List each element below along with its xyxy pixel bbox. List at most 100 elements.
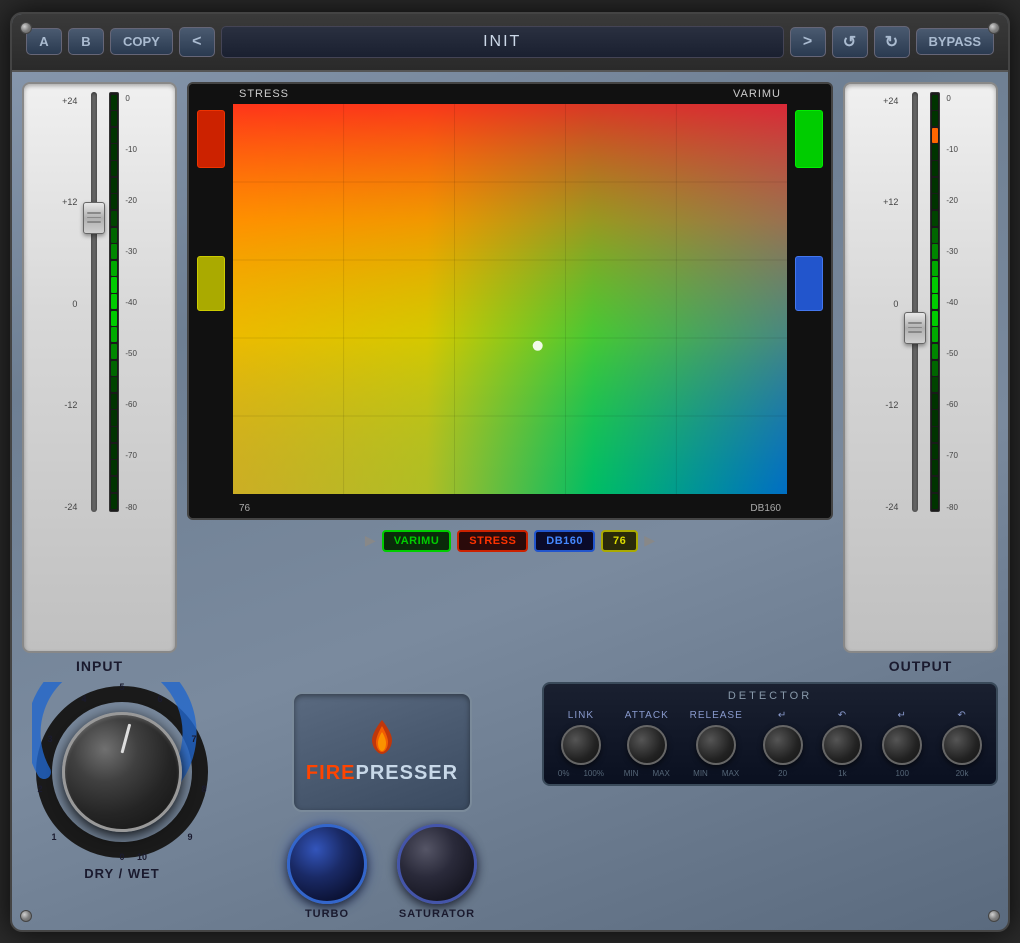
output-section: +24 +12 0 -12 -24 (843, 82, 998, 674)
led (932, 228, 938, 243)
led (111, 228, 117, 243)
led (932, 394, 938, 409)
led (111, 377, 117, 392)
mode-prev-arrow[interactable]: ▶ (365, 532, 376, 549)
mode-76-button[interactable]: 76 (601, 530, 638, 552)
freq3-curve-icon: ↵ (898, 710, 907, 721)
led (111, 144, 117, 159)
redo-button[interactable]: ↻ (874, 26, 910, 58)
link-min: 0% (558, 769, 570, 778)
led (111, 344, 117, 359)
screw-tl (20, 22, 32, 34)
output-meter-strip (930, 92, 940, 512)
freq2-knob[interactable] (822, 725, 862, 765)
undo-button[interactable]: ↺ (832, 26, 868, 58)
input-fader-inner: +24 +12 0 -12 -24 (30, 92, 169, 643)
release-min: MIN (693, 769, 708, 778)
input-scale-2: +12 (62, 197, 77, 207)
input-fader-handle[interactable] (83, 202, 105, 234)
output-db-50: -50 (946, 349, 958, 358)
saturator-knob[interactable] (397, 824, 477, 904)
attack-control: ATTACK MIN MAX (624, 710, 670, 778)
stress-meter-low (197, 256, 225, 311)
preset-a-button[interactable]: A (26, 28, 62, 55)
output-db-30: -30 (946, 247, 958, 256)
release-knob[interactable] (696, 725, 736, 765)
xy-bottom-right: DB160 (750, 503, 781, 514)
screw-bl (20, 910, 32, 922)
led (932, 111, 938, 126)
led (932, 161, 938, 176)
logo-text-container: FIREPRESSER (306, 762, 458, 785)
xy-left-meter (189, 104, 233, 499)
freq3-knob[interactable] (882, 725, 922, 765)
led (932, 144, 938, 159)
input-fader-track (91, 92, 97, 512)
bypass-button[interactable]: BYPASS (916, 28, 995, 55)
led (111, 178, 117, 193)
center-bottom: FIREPRESSER TURBO SATURATOR (232, 682, 532, 920)
led-active (111, 277, 117, 292)
led-active (932, 311, 938, 326)
led (932, 178, 938, 193)
preset-b-button[interactable]: B (68, 28, 104, 55)
led (932, 477, 938, 492)
mode-next-arrow[interactable]: ▶ (644, 532, 655, 549)
next-preset-button[interactable]: > (790, 27, 826, 57)
xy-bottom-left: 76 (239, 503, 250, 514)
input-meter (109, 92, 119, 643)
freq2-curve-icon: ↶ (838, 710, 847, 721)
logo-presser: PRESSER (355, 762, 458, 785)
stress-meter-high (197, 110, 225, 168)
svg-text:8: 8 (201, 784, 206, 794)
turbo-knob[interactable] (287, 824, 367, 904)
led (932, 244, 938, 259)
output-fader-track (912, 92, 918, 512)
logo-section: FIREPRESSER (292, 692, 472, 812)
xy-label-row: STRESS VARIMU (189, 84, 831, 104)
attack-knob[interactable] (627, 725, 667, 765)
mode-varimu-button[interactable]: VARIMU (382, 530, 452, 552)
prev-preset-button[interactable]: < (179, 27, 215, 57)
mode-stress-button[interactable]: STRESS (457, 530, 528, 552)
xy-pad-container: STRESS VARIMU (187, 82, 833, 520)
led (932, 95, 938, 110)
freq1-knob[interactable] (763, 725, 803, 765)
output-scale-4: -12 (883, 400, 898, 410)
copy-button[interactable]: COPY (110, 28, 173, 55)
xy-gradient-area[interactable] (233, 104, 787, 499)
freq1-label: 20 (778, 769, 787, 778)
release-control: RELEASE MIN MAX (690, 710, 743, 778)
output-db-40: -40 (946, 298, 958, 307)
out-handle-line-2 (908, 327, 922, 329)
output-fader-handle[interactable] (904, 312, 926, 344)
attack-label: ATTACK (625, 710, 669, 721)
led (111, 261, 117, 276)
output-scale-1: +24 (883, 96, 898, 106)
output-db-60: -60 (946, 400, 958, 409)
freq4-knob[interactable] (942, 725, 982, 765)
led-active (932, 294, 938, 309)
turbo-sat-row: TURBO SATURATOR (287, 824, 477, 920)
input-db-50: -50 (125, 349, 137, 358)
link-knob[interactable] (561, 725, 601, 765)
output-fader-track-container (904, 92, 926, 512)
output-db-80: -80 (946, 503, 958, 512)
mode-db160-button[interactable]: DB160 (534, 530, 595, 552)
logo-fire: FIRE (306, 762, 356, 785)
drywet-knob[interactable] (62, 712, 182, 832)
svg-text:9: 9 (187, 832, 192, 842)
mode-buttons-row: ▶ VARIMU STRESS DB160 76 ▶ (187, 526, 833, 556)
led (111, 244, 117, 259)
led-active (932, 277, 938, 292)
freq2-control: ↶ 1k (822, 710, 862, 778)
led (932, 377, 938, 392)
led (932, 444, 938, 459)
led-orange (932, 128, 938, 143)
output-db-10: -10 (946, 145, 958, 154)
input-scale-1: +24 (62, 96, 77, 106)
handle-line-2 (87, 217, 101, 219)
turbo-label: TURBO (305, 908, 349, 920)
handle-line-3 (87, 221, 101, 223)
drywet-section: 0 1 2 3 4 5 6 7 8 9 10 DRY / (22, 682, 222, 881)
